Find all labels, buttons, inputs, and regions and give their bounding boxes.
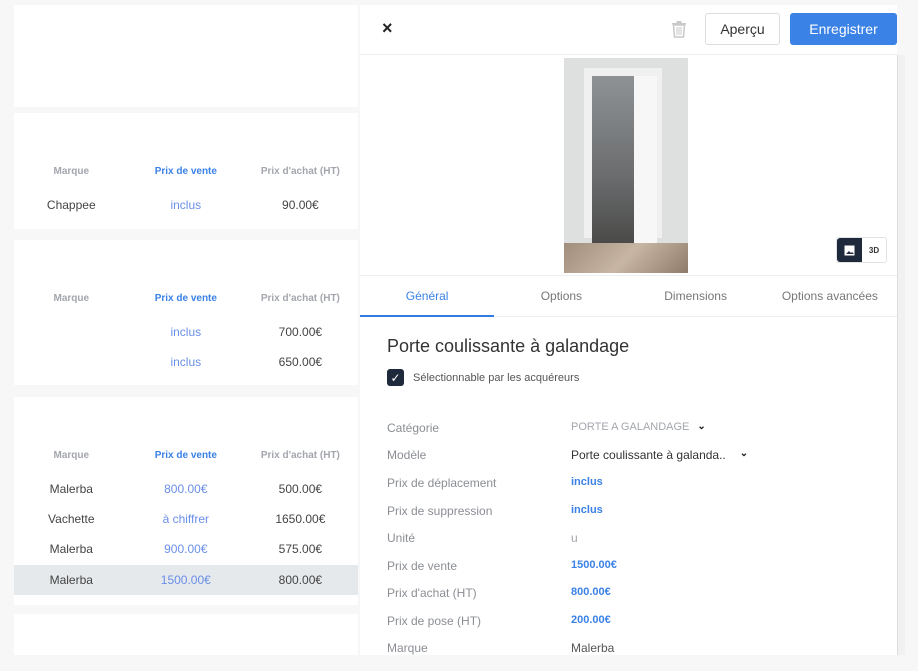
product-card[interactable]: Marque Prix de vente Prix d'achat (HT) M… [14, 397, 358, 605]
product-title: Porte coulissante à galandage [387, 336, 630, 356]
field-unit: Unité u [387, 531, 578, 545]
col-marque: Marque [53, 166, 90, 177]
field-removal-price: Prix de suppression inclus [387, 504, 603, 518]
scrollbar[interactable] [897, 55, 905, 655]
table-row[interactable]: Chappee inclus 90.00€ [14, 190, 358, 220]
checkbox-checked-icon[interactable]: ✓ [387, 369, 404, 386]
selectable-checkbox[interactable]: ✓ Sélectionnable par les acquéreurs [387, 369, 579, 386]
product-card[interactable] [14, 614, 358, 655]
field-purchase-price: Prix d'achat (HT) 800.00€ [387, 586, 611, 600]
close-button[interactable]: × [382, 18, 393, 39]
field-sale-price: Prix de vente 1500.00€ [387, 559, 617, 573]
tab-dimensions[interactable]: Dimensions [629, 276, 763, 316]
table-header: Marque Prix de vente Prix d'achat (HT) [53, 293, 340, 304]
field-brand: Marque Malerba [387, 641, 615, 655]
col-prix-vente[interactable]: Prix de vente [129, 166, 244, 177]
image-view-icon[interactable] [837, 238, 862, 262]
chevron-down-icon[interactable]: ⌄ [740, 448, 748, 462]
save-button[interactable]: Enregistrer [790, 13, 897, 45]
preview-button[interactable]: Aperçu [705, 13, 780, 45]
field-travel-price: Prix de déplacement inclus [387, 476, 603, 490]
table-row-selected[interactable]: Malerba 1500.00€ 800.00€ [14, 565, 358, 595]
product-card[interactable]: Marque Prix de vente Prix d'achat (HT) C… [14, 113, 358, 229]
table-row[interactable]: Malerba 900.00€ 575.00€ [14, 534, 358, 564]
table-row[interactable]: inclus 650.00€ [14, 347, 358, 377]
product-card[interactable]: Marque Prix de vente Prix d'achat (HT) i… [14, 240, 358, 385]
tab-options[interactable]: Options [494, 276, 628, 316]
table-row[interactable]: Vachette à chiffrer 1650.00€ [14, 504, 358, 534]
table-row[interactable]: inclus 700.00€ [14, 317, 358, 347]
table-row[interactable]: Malerba 800.00€ 500.00€ [14, 474, 358, 504]
table-header: Marque Prix de vente Prix d'achat (HT) [14, 166, 358, 177]
tab-general[interactable]: Général [360, 276, 495, 317]
field-model[interactable]: Modèle Porte coulissante à galanda.. ⌄ [387, 448, 887, 462]
trash-icon[interactable] [671, 20, 687, 43]
col-prix-achat: Prix d'achat (HT) [260, 166, 340, 177]
tab-bar: Général Options Dimensions Options avanc… [360, 275, 897, 317]
3d-view-icon[interactable]: 3D [862, 238, 886, 262]
panel-toolbar: × Aperçu Enregistrer [360, 5, 897, 55]
table-header: Marque Prix de vente Prix d'achat (HT) [53, 450, 340, 461]
detail-panel: × Aperçu Enregistrer 3D Général Options … [360, 5, 897, 655]
tab-advanced-options[interactable]: Options avancées [763, 276, 897, 316]
view-toggle[interactable]: 3D [836, 237, 887, 263]
field-install-price: Prix de pose (HT) 200.00€ [387, 614, 611, 628]
product-image [564, 58, 688, 273]
chevron-down-icon[interactable]: ⌄ [697, 421, 705, 435]
field-category[interactable]: Catégorie PORTE A GALANDAGE ⌄ [387, 421, 887, 435]
product-card[interactable] [14, 5, 358, 107]
